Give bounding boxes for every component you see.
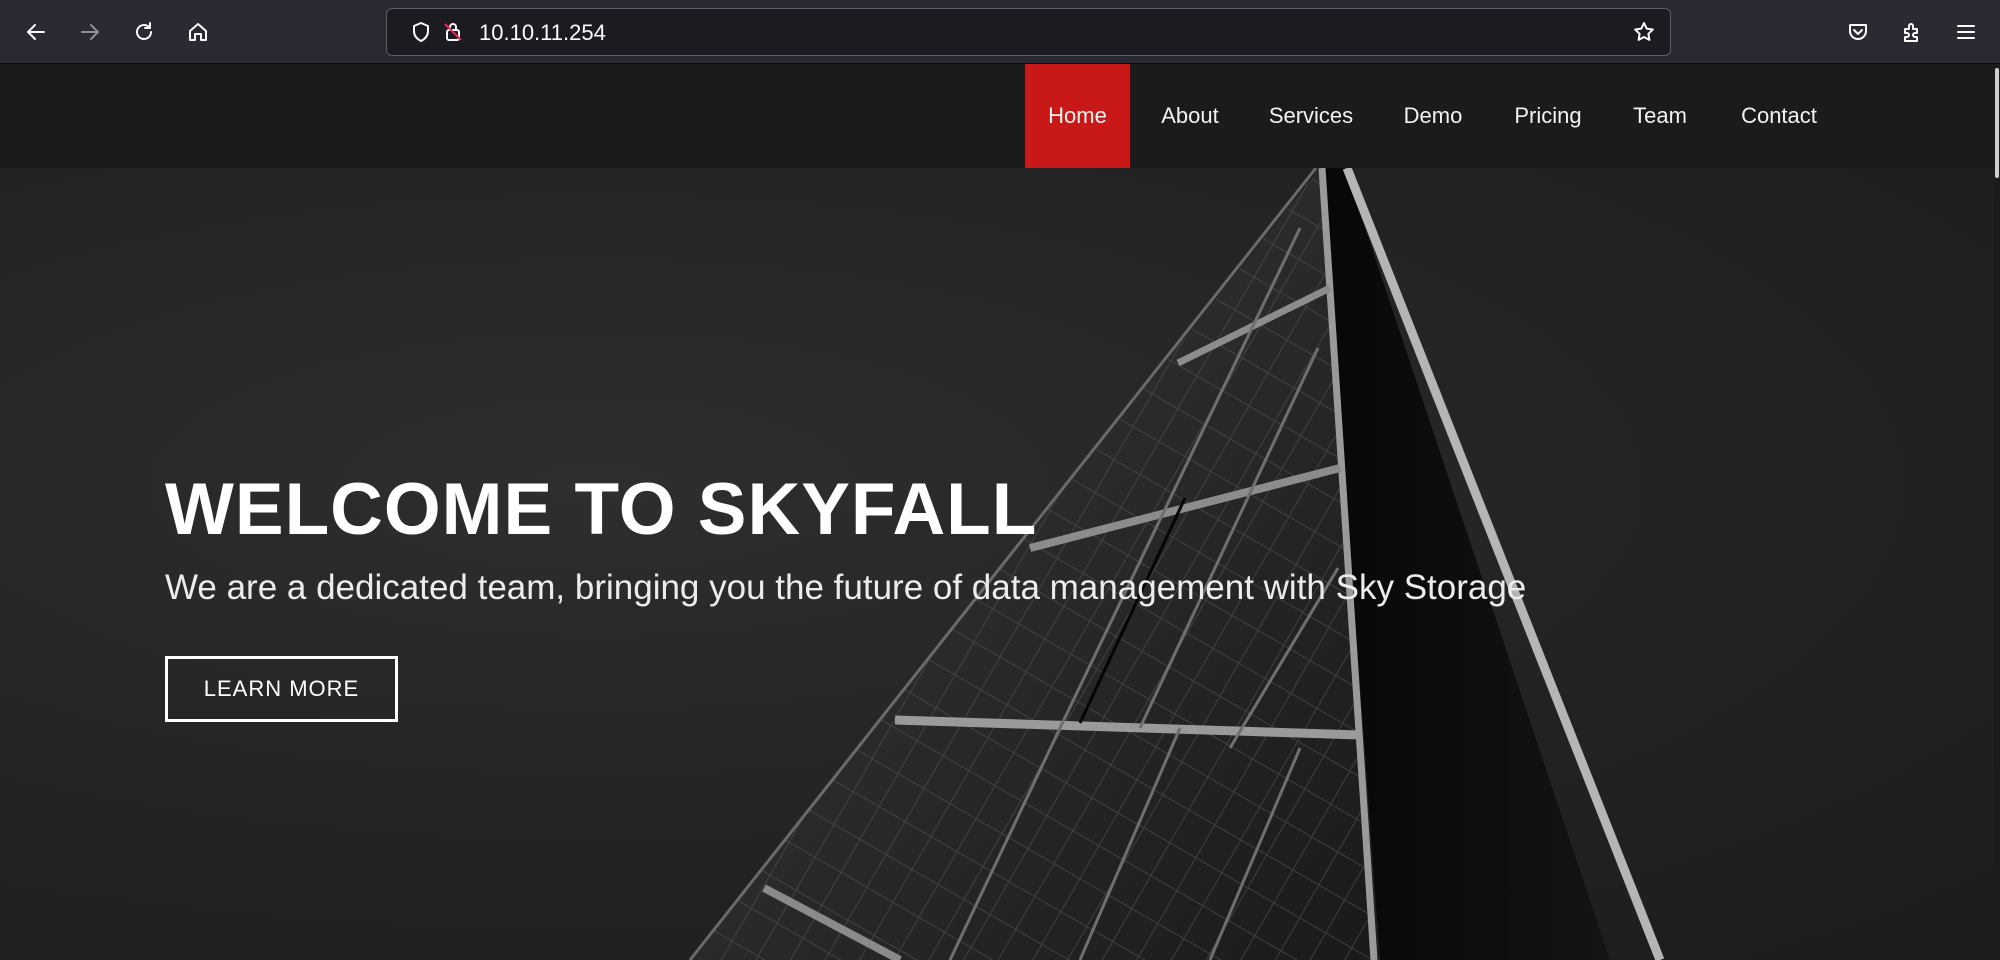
app-menu-button[interactable]: [1946, 12, 1986, 52]
site-navbar: Home About Services Demo Pricing Team Co…: [0, 64, 1994, 168]
extensions-button[interactable]: [1892, 12, 1932, 52]
reload-icon: [136, 22, 152, 40]
hero-section: WELCOME TO SKYFALL We are a dedicated te…: [0, 168, 1994, 960]
browser-toolbar: 10.10.11.254: [0, 0, 2000, 64]
nav-demo[interactable]: Demo: [1396, 64, 1470, 168]
nav-team[interactable]: Team: [1624, 64, 1696, 168]
back-button[interactable]: [16, 12, 56, 52]
home-icon: [189, 23, 207, 41]
url-bar[interactable]: 10.10.11.254: [386, 8, 1671, 56]
back-icon: [27, 24, 45, 40]
scrollbar-thumb[interactable]: [1995, 68, 1999, 178]
nav-about[interactable]: About: [1150, 64, 1230, 168]
menu-icon: [1957, 25, 1975, 39]
nav-home[interactable]: Home: [1025, 64, 1130, 168]
home-button[interactable]: [178, 12, 218, 52]
forward-button[interactable]: [70, 12, 110, 52]
hero-building-image: [688, 168, 1665, 960]
reload-button[interactable]: [124, 12, 164, 52]
learn-more-button[interactable]: LEARN MORE: [165, 656, 398, 722]
hero-subtitle: We are a dedicated team, bringing you th…: [165, 568, 1527, 607]
bookmark-star-icon[interactable]: [1632, 20, 1656, 44]
extensions-icon: [1904, 23, 1918, 42]
page-scrollbar[interactable]: [1994, 64, 2000, 960]
url-text[interactable]: 10.10.11.254: [479, 20, 606, 46]
insecure-lock-icon[interactable]: [441, 20, 465, 44]
nav-pricing[interactable]: Pricing: [1508, 64, 1588, 168]
hero-title: WELCOME TO SKYFALL: [165, 469, 1038, 550]
pocket-button[interactable]: [1838, 12, 1878, 52]
nav-services[interactable]: Services: [1262, 64, 1360, 168]
pocket-icon: [1849, 24, 1867, 40]
forward-icon: [81, 24, 99, 40]
shield-icon[interactable]: [409, 20, 433, 44]
nav-contact[interactable]: Contact: [1733, 64, 1825, 168]
